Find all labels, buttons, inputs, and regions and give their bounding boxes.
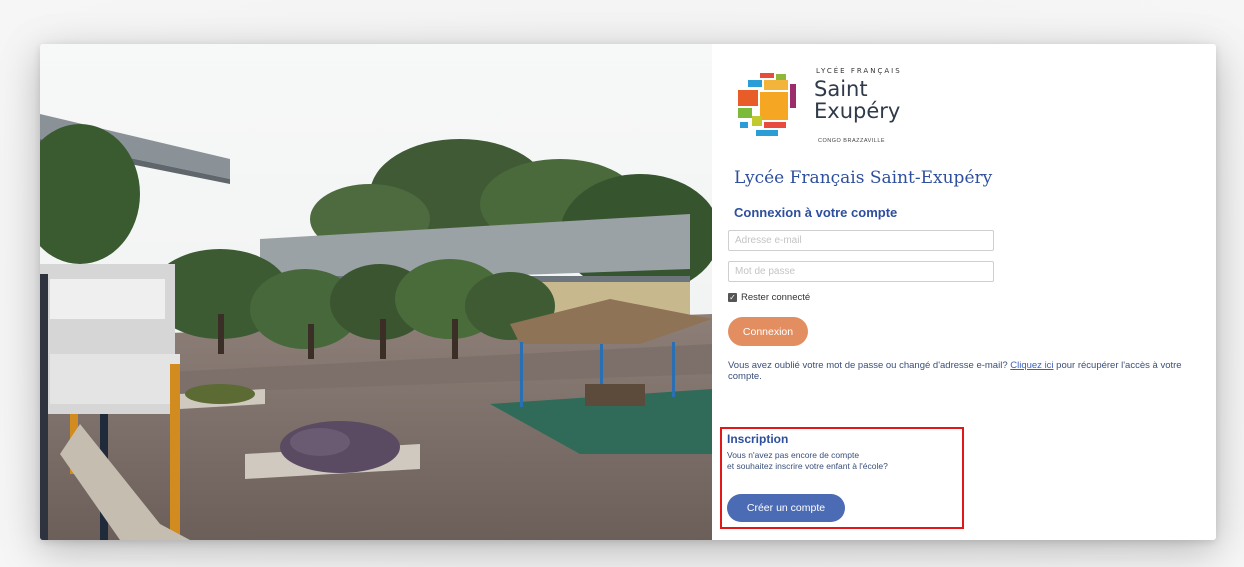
school-logo-icon bbox=[738, 73, 796, 136]
login-card: LYCÉE FRANÇAIS Saint Exupéry CONGO BRAZZ… bbox=[40, 44, 1216, 540]
create-account-button[interactable]: Créer un compte bbox=[727, 494, 845, 522]
login-button[interactable]: Connexion bbox=[728, 317, 808, 346]
login-panel: LYCÉE FRANÇAIS Saint Exupéry CONGO BRAZZ… bbox=[712, 44, 1216, 540]
remember-me-checkbox[interactable]: ✓ Rester connecté bbox=[728, 292, 810, 303]
page-background: LYCÉE FRANÇAIS Saint Exupéry CONGO BRAZZ… bbox=[0, 0, 1244, 567]
signup-line2: et souhaitez inscrire votre enfant à l'é… bbox=[727, 461, 888, 471]
logo-top-text: LYCÉE FRANÇAIS bbox=[816, 67, 902, 75]
signup-title: Inscription bbox=[727, 432, 789, 446]
logo-name-line1: Saint bbox=[814, 77, 868, 101]
logo-name-line2: Exupéry bbox=[814, 99, 901, 123]
login-heading: Connexion à votre compte bbox=[734, 205, 898, 220]
school-logo: LYCÉE FRANÇAIS Saint Exupéry CONGO BRAZZ… bbox=[734, 64, 964, 158]
checkbox-checked-icon[interactable]: ✓ bbox=[728, 293, 737, 302]
logo-subtitle: CONGO BRAZZAVILLE bbox=[818, 138, 886, 144]
signup-line1: Vous n'avez pas encore de compte bbox=[727, 450, 860, 460]
logo-name: Saint Exupéry bbox=[814, 78, 900, 122]
signup-description: Vous n'avez pas encore de compte et souh… bbox=[727, 450, 888, 472]
email-field[interactable] bbox=[728, 230, 994, 251]
forgot-password-text: Vous avez oublié votre mot de passe ou c… bbox=[728, 360, 1214, 382]
password-field[interactable] bbox=[728, 261, 994, 282]
page-title: Lycée Français Saint-Exupéry bbox=[734, 168, 993, 188]
signup-highlight-box: Inscription Vous n'avez pas encore de co… bbox=[720, 427, 964, 529]
remember-me-label: Rester connecté bbox=[741, 292, 811, 303]
recover-account-link[interactable]: Cliquez ici bbox=[1010, 360, 1053, 371]
school-courtyard-photo bbox=[40, 44, 712, 540]
forgot-text-before: Vous avez oublié votre mot de passe ou c… bbox=[728, 360, 1011, 371]
